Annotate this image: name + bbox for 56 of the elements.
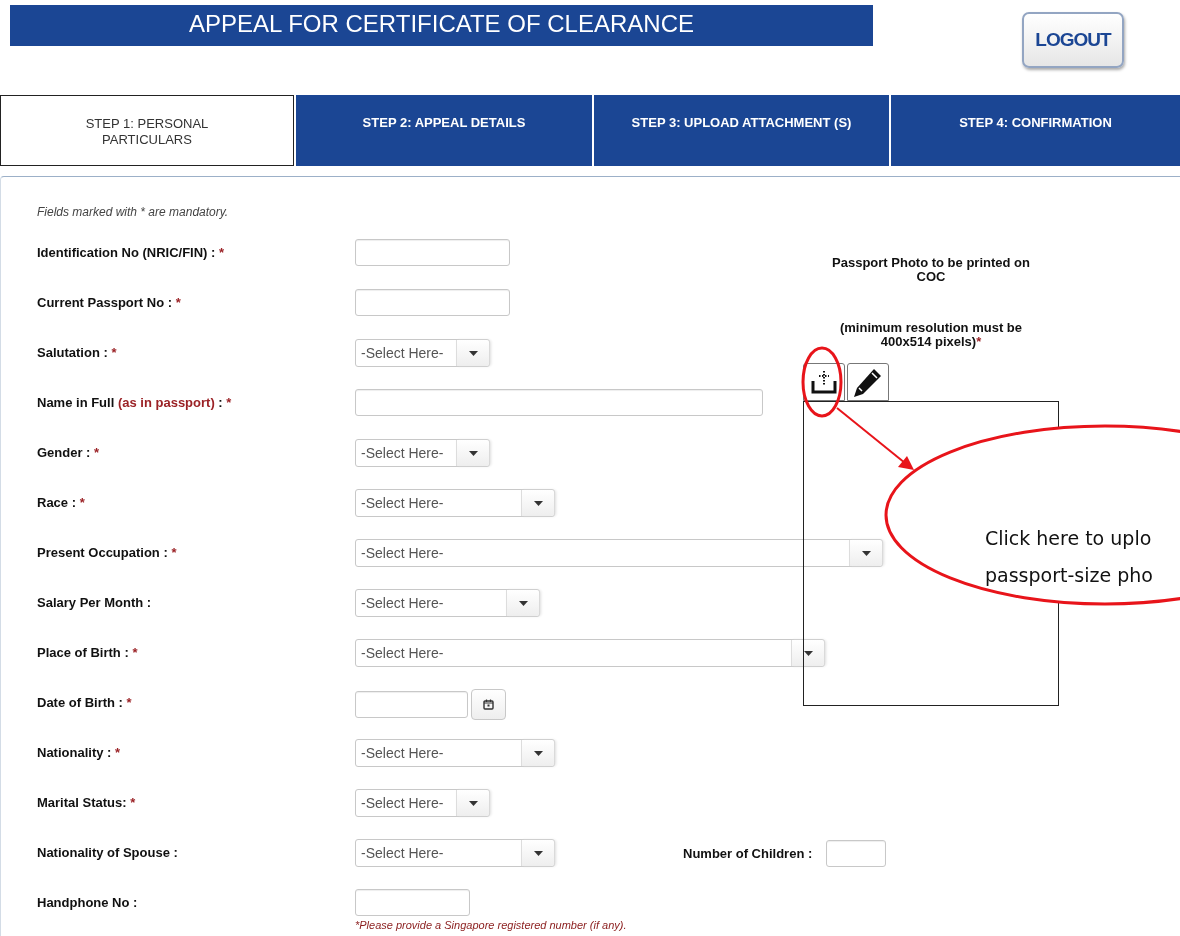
step-tab[interactable]: STEP 1: PERSONAL PARTICULARS [0,95,294,166]
caret-icon [468,350,478,356]
dropdown-field[interactable]: -Select Here- [355,739,555,767]
caret-icon [803,650,813,656]
dropdown-field[interactable]: -Select Here- [355,489,555,517]
caret-icon [533,850,543,856]
photo-requirement: (minimum resolution must be 400x514 pixels)* [839,321,1023,349]
dropdown-field[interactable]: -Select Here- [355,589,540,617]
field-label: Marital Status: * [37,794,137,812]
callout-text: Click here to uplo passport-size pho [985,526,1153,588]
field-hint: *Please provide a Singapore registered number (if any). [355,919,627,931]
field-label: Nationality : * [37,744,122,762]
dropdown-field[interactable]: -Select Here- [355,839,555,867]
caret-icon [533,750,543,756]
caret-icon [861,550,871,556]
field-label: Present Occupation : * [37,544,178,562]
field-label: Salary Per Month : [37,594,153,612]
page-title: APPEAL FOR CERTIFICATE OF CLEARANCE [10,5,873,46]
calendar-icon [483,699,494,710]
step-tab[interactable]: STEP 4: CONFIRMATION [889,95,1180,166]
step-tab[interactable]: STEP 3: UPLOAD ATTACHMENT (S) [592,95,889,166]
field-label: Name in Full (as in passport) : * [37,394,233,412]
field-label: Current Passport No : * [37,294,182,312]
logout-button[interactable]: LOGOUT [1022,12,1124,68]
dropdown-field[interactable]: -Select Here- [355,439,490,467]
caret-icon [468,450,478,456]
field-label: Race : * [37,494,86,512]
text-field[interactable] [355,239,510,266]
caret-icon [518,600,528,606]
step-tab[interactable]: STEP 2: APPEAL DETAILS [294,95,592,166]
text-field[interactable] [355,889,470,916]
dropdown-field[interactable]: -Select Here- [355,639,825,667]
caret-icon [533,500,543,506]
edit-button[interactable] [847,363,889,401]
caret-icon [468,800,478,806]
upload-icon [811,369,837,395]
dropdown-field[interactable]: -Select Here- [355,789,490,817]
field-label: Number of Children : [683,845,813,861]
field-label: Gender : * [37,444,101,462]
field-label: Date of Birth : * [37,694,133,712]
calendar-button[interactable] [471,689,506,720]
text-field[interactable] [355,389,763,416]
text-field[interactable] [826,839,887,867]
field-label: Identification No (NRIC/FIN) : * [37,244,226,262]
text-field[interactable] [355,289,510,316]
field-label: Nationality of Spouse : [37,844,179,862]
dropdown-field[interactable]: -Select Here- [355,539,883,567]
pencil-icon [852,366,884,398]
field-label: Salutation : * [37,344,118,362]
date-field[interactable] [355,691,468,718]
dropdown-field[interactable]: -Select Here- [355,339,490,367]
field-label: Place of Birth : * [37,644,139,662]
photo-heading: Passport Photo to be printed on COC [831,256,1031,284]
field-label: Handphone No : [37,894,139,912]
mandatory-note: Fields marked with * are mandatory. [37,205,230,220]
highlight-ellipse [801,346,843,418]
